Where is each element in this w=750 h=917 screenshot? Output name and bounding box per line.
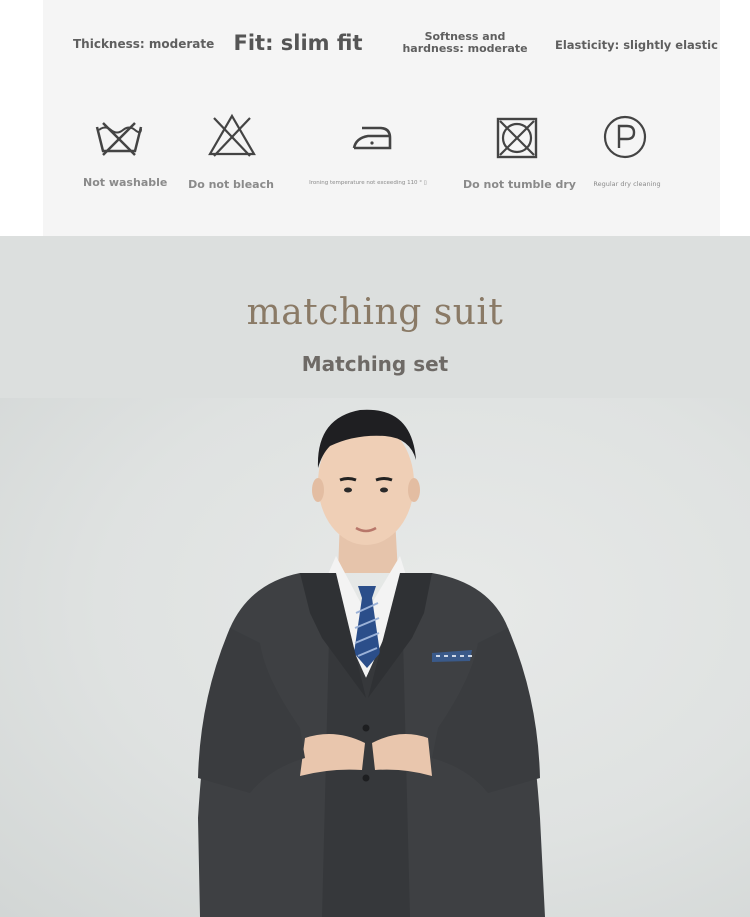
thickness-attribute: Thickness: moderate [73,37,215,51]
dry-clean-p-icon [603,115,647,159]
fit-attribute: Fit: slim fit [233,31,363,55]
attributes-panel: Thickness: moderate Fit: slim fit Softne… [43,0,720,244]
care-label-dry-cleaning: Regular dry cleaning [593,180,661,188]
product-detail-page: Thickness: moderate Fit: slim fit Softne… [0,0,750,917]
iron-icon [352,126,392,150]
section-title: matching suit [246,292,504,333]
model-photo [0,398,750,917]
care-label-do-not-bleach: Do not bleach [188,178,274,191]
not-washable-icon [95,122,143,156]
elasticity-attribute: Elasticity: slightly elastic [555,38,718,52]
section-subtitle: Matching set [301,352,449,376]
suit-model-illustration [198,409,545,917]
care-label-ironing: Ironing temperature not exceeding 110 ° … [309,180,427,186]
softness-attribute: Softness and hardness: moderate [402,30,528,55]
do-not-tumble-dry-icon [496,117,538,159]
do-not-bleach-icon [208,113,256,157]
care-label-do-not-tumble-dry: Do not tumble dry [463,178,576,191]
care-label-not-washable: Not washable [83,176,168,189]
